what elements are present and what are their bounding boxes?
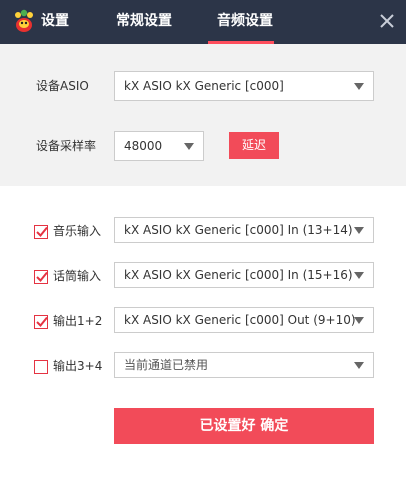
channel-checkbox[interactable] <box>34 315 48 329</box>
latency-button[interactable]: 延迟 <box>229 132 279 159</box>
sample-rate-label: 设备采样率 <box>36 139 97 153</box>
chevron-down-icon <box>354 362 364 369</box>
checkmark-icon <box>36 226 48 237</box>
channel-select-value: kX ASIO kX Generic [c000] In (15+16) <box>124 268 353 282</box>
checkmark-icon <box>36 316 48 327</box>
channel-select[interactable]: kX ASIO kX Generic [c000] In (13+14) <box>114 217 374 243</box>
channel-select[interactable]: kX ASIO kX Generic [c000] In (15+16) <box>114 262 374 288</box>
channel-checkbox[interactable] <box>34 270 48 284</box>
channel-label: 话筒输入 <box>53 269 102 283</box>
chevron-down-icon <box>354 83 364 90</box>
title-bar: 设置 常规设置 音频设置 <box>0 0 406 44</box>
tab-general-settings[interactable]: 常规设置 <box>116 0 172 44</box>
chevron-down-icon <box>354 317 364 324</box>
tab-audio-settings[interactable]: 音频设置 <box>217 0 273 44</box>
channel-label: 输出1+2 <box>53 314 103 328</box>
close-icon[interactable] <box>378 12 396 30</box>
channel-checkbox[interactable] <box>34 360 48 374</box>
channel-select[interactable]: 当前通道已禁用 <box>114 352 374 378</box>
asio-device-value: kX ASIO kX Generic [c000] <box>124 79 284 93</box>
checkmark-icon <box>36 271 48 282</box>
device-section <box>0 44 406 186</box>
chevron-down-icon <box>184 143 194 150</box>
asio-device-label: 设备ASIO <box>36 79 89 93</box>
chevron-down-icon <box>354 272 364 279</box>
sample-rate-select[interactable]: 48000 <box>114 131 204 161</box>
channel-label: 音乐输入 <box>53 224 102 238</box>
app-logo-icon <box>12 8 36 34</box>
tab-settings[interactable]: 设置 <box>41 0 69 44</box>
confirm-button[interactable]: 已设置好 确定 <box>114 408 374 444</box>
channel-select[interactable]: kX ASIO kX Generic [c000] Out (9+10) <box>114 307 374 333</box>
asio-device-select[interactable]: kX ASIO kX Generic [c000] <box>114 71 374 101</box>
channel-select-value: 当前通道已禁用 <box>124 358 209 372</box>
channel-select-value: kX ASIO kX Generic [c000] Out (9+10) <box>124 313 356 327</box>
chevron-down-icon <box>354 227 364 234</box>
channel-label: 输出3+4 <box>53 359 103 373</box>
channel-checkbox[interactable] <box>34 225 48 239</box>
sample-rate-value: 48000 <box>124 139 163 153</box>
channel-select-value: kX ASIO kX Generic [c000] In (13+14) <box>124 223 353 237</box>
